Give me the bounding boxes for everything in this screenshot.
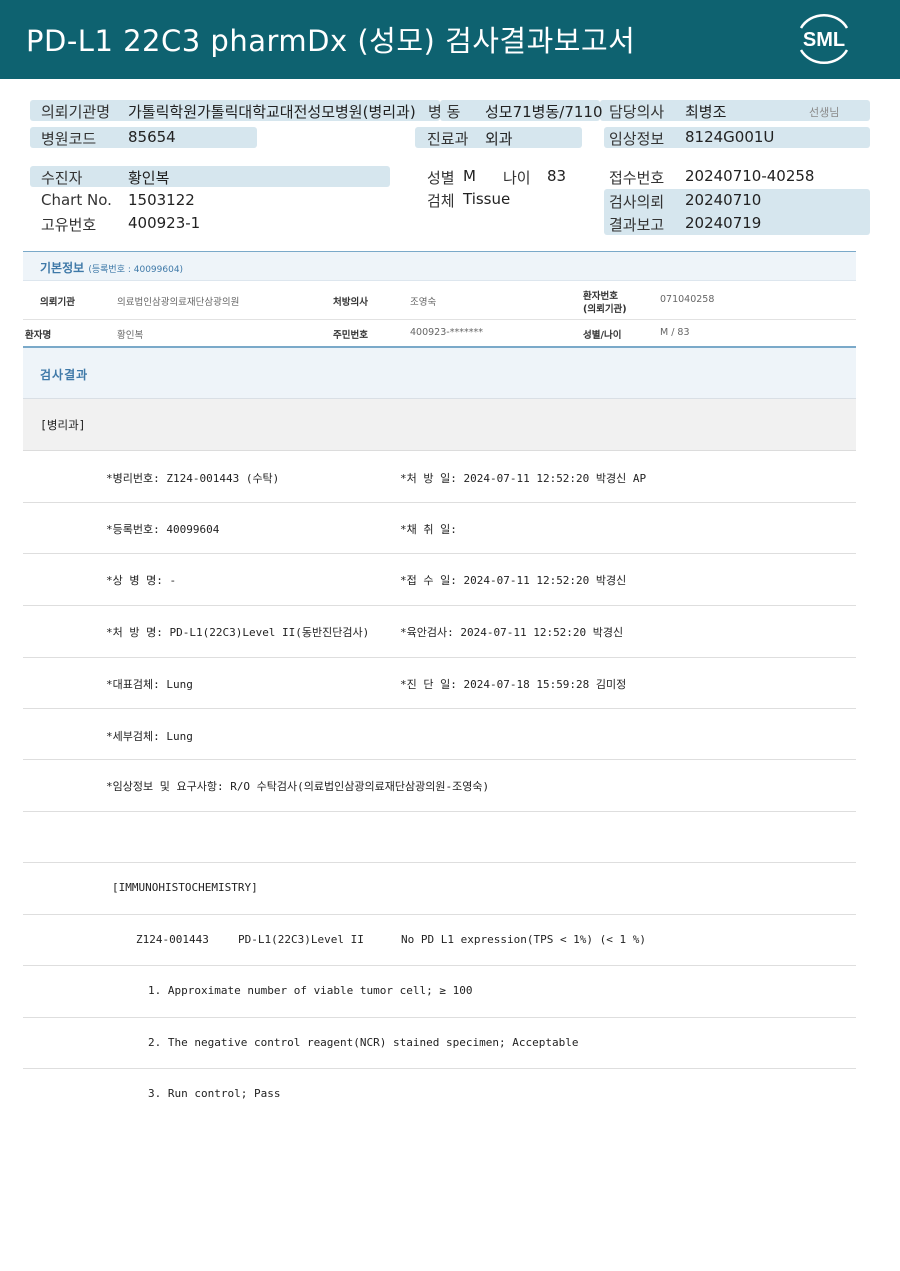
req-org-label: 의뢰기관명 xyxy=(41,103,111,121)
clinical-value: 8124G001U xyxy=(685,128,775,146)
row-divider xyxy=(23,965,856,966)
patient-no-value: 071040258 xyxy=(660,294,715,305)
department-row: [병리과] xyxy=(23,399,856,451)
ward-label: 병 동 xyxy=(428,103,461,121)
row-divider xyxy=(23,862,856,863)
ward-value: 성모71병동/7110 xyxy=(485,103,603,121)
result-line-right: *채 취 일: xyxy=(400,523,457,536)
receipt-value: 20240710-40258 xyxy=(685,167,815,185)
result-line-right: *처 방 일: 2024-07-11 12:52:20 박경신 AP xyxy=(400,472,647,485)
test-req-value: 20240710 xyxy=(685,191,762,209)
prescriber-label: 처방의사 xyxy=(333,297,368,308)
patient-value: 황인복 xyxy=(128,169,170,187)
results-title: 검사결과 xyxy=(40,368,89,382)
patient-label: 수진자 xyxy=(41,169,83,187)
receipt-label: 접수번호 xyxy=(609,169,665,187)
basic-info-header: 기본정보 (등록번호 : 40099604) xyxy=(23,252,856,281)
rrn-value: 400923-******* xyxy=(410,327,483,338)
results-header: 검사결과 xyxy=(23,348,856,399)
sex-value: M xyxy=(463,167,476,185)
basic-info-title: 기본정보 xyxy=(40,261,85,275)
rrn-label: 주민번호 xyxy=(333,330,368,341)
row-divider xyxy=(23,553,856,554)
row-divider xyxy=(23,759,856,760)
result-line-right: *육안검사: 2024-07-11 12:52:20 박경신 xyxy=(400,626,624,639)
row-divider xyxy=(23,708,856,709)
report-value: 20240719 xyxy=(685,214,762,232)
hosp-code-value: 85654 xyxy=(128,128,176,146)
result-line-left: *세부검체: Lung xyxy=(106,730,193,743)
result-line-left: *병리번호: Z124-001443 (수탁) xyxy=(106,472,280,485)
doctor-label: 담당의사 xyxy=(609,103,665,121)
report-header: PD-L1 22C3 pharmDx (성모) 검사결과보고서 SML xyxy=(0,0,900,79)
basic-info-subtitle: (등록번호 : 40099604) xyxy=(88,265,184,275)
ihc-note: 3. Run control; Pass xyxy=(148,1087,281,1100)
org-label: 의뢰기관 xyxy=(40,297,75,308)
unique-label: 고유번호 xyxy=(41,216,97,234)
chart-label: Chart No. xyxy=(41,191,112,209)
ihc-id: Z124-001443 xyxy=(136,933,209,946)
sexage-label: 성별/나이 xyxy=(583,330,622,341)
name-value: 황인복 xyxy=(117,330,144,341)
row-divider xyxy=(23,1017,856,1018)
ihc-note: 1. Approximate number of viable tumor ce… xyxy=(148,984,473,997)
dept-label: 진료과 xyxy=(427,130,469,148)
doctor-value: 최병조 xyxy=(685,103,727,121)
specimen-label: 검체 xyxy=(427,192,455,210)
ihc-result: No PD L1 expression(TPS < 1%) (< 1 %) xyxy=(401,933,647,946)
dept-value: 외과 xyxy=(485,130,513,148)
patient-no-label-1: 환자번호 xyxy=(583,291,618,302)
result-line-left: *처 방 명: PD-L1(22C3)Level II(동반진단검사) xyxy=(106,626,370,639)
row-divider xyxy=(23,914,856,915)
age-label: 나이 xyxy=(503,169,531,187)
row-divider xyxy=(23,657,856,658)
department-label: [병리과] xyxy=(40,418,86,432)
name-label: 환자명 xyxy=(25,330,52,341)
sexage-value: M / 83 xyxy=(660,327,690,338)
report-title: PD-L1 22C3 pharmDx (성모) 검사결과보고서 xyxy=(26,24,636,58)
basic-row-divider xyxy=(23,319,856,320)
chart-value: 1503122 xyxy=(128,191,195,209)
doctor-suffix: 선생님 xyxy=(809,106,840,119)
logo-text: SML xyxy=(803,29,845,51)
org-value: 의료법인삼광의료재단삼광의원 xyxy=(117,297,240,308)
patient-bg xyxy=(30,166,390,187)
req-org-value: 가톨릭학원가톨릭대학교대전성모병원(병리과) xyxy=(128,103,416,121)
specimen-value: Tissue xyxy=(463,190,511,208)
hosp-code-label: 병원코드 xyxy=(41,130,97,148)
ihc-header: [IMMUNOHISTOCHEMISTRY] xyxy=(112,881,258,894)
result-line-right: *진 단 일: 2024-07-18 15:59:28 김미정 xyxy=(400,678,627,691)
result-line-right: *접 수 일: 2024-07-11 12:52:20 박경신 xyxy=(400,574,627,587)
test-req-label: 검사의뢰 xyxy=(609,193,665,211)
result-line-left: *등록번호: 40099604 xyxy=(106,523,220,536)
ihc-test: PD-L1(22C3)Level II xyxy=(238,933,364,946)
row-divider xyxy=(23,605,856,606)
row-divider xyxy=(23,502,856,503)
row-divider xyxy=(23,811,856,812)
ihc-note: 2. The negative control reagent(NCR) sta… xyxy=(148,1036,579,1049)
age-value: 83 xyxy=(547,167,567,185)
prescriber-value: 조영숙 xyxy=(410,297,437,308)
clinical-label: 임상정보 xyxy=(609,130,665,148)
sml-logo: SML xyxy=(799,13,849,65)
basic-info-table: 기본정보 (등록번호 : 40099604) 의뢰기관 의료법인삼광의료재단삼광… xyxy=(23,251,856,348)
result-line-left: *대표검체: Lung xyxy=(106,678,193,691)
row-divider xyxy=(23,1068,856,1069)
sex-label: 성별 xyxy=(427,169,455,187)
unique-value: 400923-1 xyxy=(128,214,201,232)
report-label: 결과보고 xyxy=(609,216,665,234)
result-line-left: *상 병 명: - xyxy=(106,574,177,587)
result-line-left: *임상정보 및 요구사항: R/O 수탁검사(의료법인삼광의료재단삼광의원-조영… xyxy=(106,780,490,793)
patient-no-label-2: (의뢰기관) xyxy=(583,304,627,315)
